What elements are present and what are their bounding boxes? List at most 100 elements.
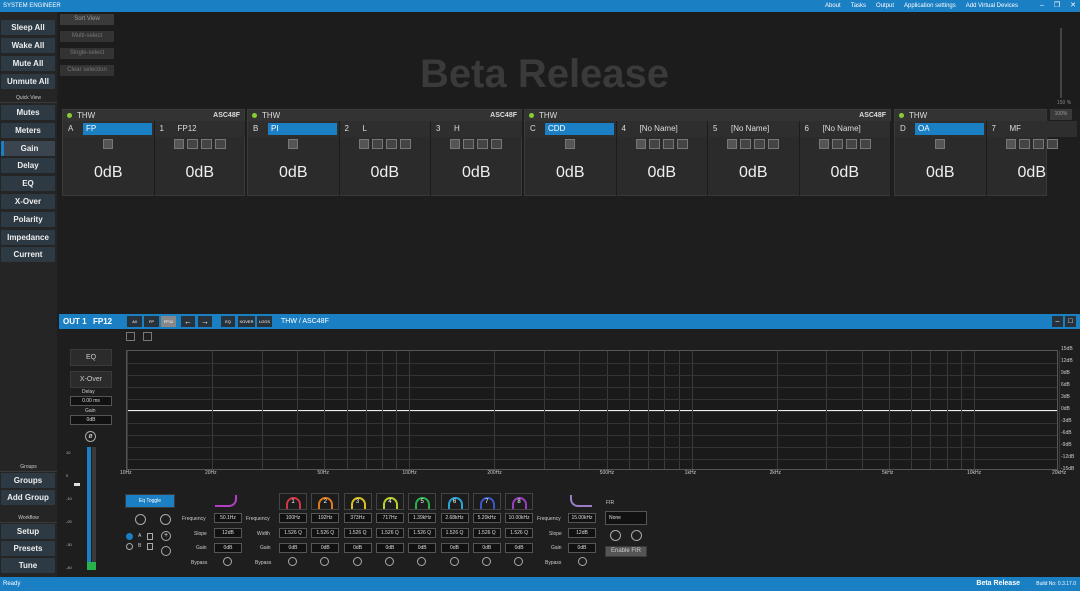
mute-icon[interactable] [491, 139, 503, 149]
select-checkbox[interactable] [103, 139, 114, 149]
eq-view-button[interactable]: EQ [221, 316, 235, 327]
menu-output[interactable]: Output [876, 0, 894, 12]
multi-select-button[interactable]: Multi-select [60, 31, 114, 42]
vx-icon[interactable] [186, 139, 198, 149]
sidebar-tune-button[interactable]: Tune [1, 558, 55, 573]
enable-fir-button[interactable]: Enable FIR [605, 546, 647, 557]
lp-gain-field[interactable]: 0dB [568, 543, 596, 553]
channel-name[interactable]: [No Name] [820, 123, 889, 135]
sidebar-meters-button[interactable]: Meters [1, 122, 55, 138]
band-1-icon[interactable]: 1 [279, 493, 307, 510]
fir-open-icon[interactable] [631, 530, 642, 541]
select-checkbox[interactable] [818, 139, 829, 149]
menu-application-settings[interactable]: Application settings [904, 0, 956, 12]
device-header[interactable]: THW [895, 110, 1046, 121]
polarity-icon[interactable] [662, 139, 674, 149]
band-4-bypass-toggle[interactable] [384, 557, 394, 566]
sidebar-presets-button[interactable]: Presets [1, 541, 55, 556]
channel-gain[interactable]: 0dB [617, 153, 708, 193]
phase-icon[interactable]: ø [85, 431, 96, 442]
vx-icon[interactable] [648, 139, 660, 149]
channel-name[interactable]: [No Name] [637, 123, 706, 135]
sidebar-impedance-button[interactable]: Impedance [1, 229, 55, 245]
hp-bypass-toggle[interactable] [223, 557, 232, 566]
add-icon[interactable]: + [161, 531, 171, 541]
mute-icon[interactable] [214, 139, 226, 149]
band-1-freq-field[interactable]: 100Hz [279, 513, 307, 523]
band-8-freq-field[interactable]: 10.00kHz [505, 513, 534, 523]
lp-frequency-field[interactable]: 15.00kHz [568, 513, 596, 523]
channel-name[interactable]: OA [915, 123, 984, 135]
band-6-freq-field[interactable]: 2.68kHz [440, 513, 469, 523]
sidebar-setup-button[interactable]: Setup [1, 524, 55, 539]
channel-strip[interactable]: 6 [No Name] 0dB [799, 121, 891, 196]
lp-bypass-toggle[interactable] [578, 557, 587, 566]
channel-gain[interactable]: 0dB [800, 153, 891, 193]
zoom-100-button[interactable]: 100% [1050, 109, 1072, 120]
select-checkbox[interactable] [565, 139, 576, 149]
band-6-icon[interactable]: 6 [440, 493, 469, 510]
channel-name[interactable]: L [360, 123, 429, 135]
band-8-width-field[interactable]: 1.526 Q [505, 528, 534, 538]
preset-b-radio[interactable] [126, 543, 133, 550]
channel-name[interactable]: FP12 [175, 123, 244, 135]
eq-button[interactable]: EQ [70, 349, 112, 366]
sidebar-add-group-button[interactable]: Add Group [1, 490, 55, 505]
band-4-icon[interactable]: 4 [375, 493, 404, 510]
minimize-panel-icon[interactable]: – [1052, 316, 1063, 327]
polarity-icon[interactable] [477, 139, 489, 149]
nav-fp-button[interactable]: FP [144, 316, 159, 327]
channel-name[interactable]: FP [83, 123, 152, 135]
channel-gain[interactable]: 0dB [525, 153, 616, 193]
band-7-width-field[interactable]: 1.526 Q [472, 528, 501, 538]
zoom-slider[interactable] [1060, 28, 1062, 98]
delete-icon[interactable] [161, 546, 171, 556]
hp-gain-field[interactable]: 0dB [214, 543, 242, 553]
single-select-button[interactable]: Single-select [60, 48, 114, 59]
paste-icon[interactable] [143, 332, 152, 341]
next-arrow-icon[interactable]: → [198, 316, 212, 327]
restore-icon[interactable]: ❐ [1054, 0, 1060, 12]
select-checkbox[interactable] [935, 139, 946, 149]
band-8-gain-field[interactable]: 0dB [505, 543, 534, 553]
channel-gain[interactable]: 0dB [340, 153, 431, 193]
copy-icon[interactable] [126, 332, 135, 341]
vx-icon[interactable] [831, 139, 843, 149]
band-1-gain-field[interactable]: 0dB [279, 543, 307, 553]
channel-name[interactable]: H [451, 123, 520, 135]
band-7-gain-field[interactable]: 0dB [472, 543, 501, 553]
channel-strip[interactable]: A FP 0dB [63, 121, 155, 196]
polarity-icon[interactable] [845, 139, 857, 149]
sidebar-polarity-button[interactable]: Polarity [1, 211, 55, 227]
menu-add-virtual-devices[interactable]: Add Virtual Devices [966, 0, 1018, 12]
band-3-width-field[interactable]: 1.526 Q [343, 528, 372, 538]
band-5-icon[interactable]: 5 [408, 493, 437, 510]
channel-strip[interactable]: 2 L 0dB [339, 121, 431, 196]
channel-strip[interactable]: 1 FP12 0dB [154, 121, 246, 196]
channel-gain[interactable]: 0dB [708, 153, 799, 193]
channel-gain[interactable]: 0dB [248, 153, 339, 193]
select-checkbox[interactable] [288, 139, 299, 149]
band-1-bypass-toggle[interactable] [288, 557, 297, 566]
band-4-width-field[interactable]: 1.526 Q [375, 528, 404, 538]
band-5-freq-field[interactable]: 1.39kHz [408, 513, 437, 523]
channel-strip[interactable]: 4 [No Name] 0dB [616, 121, 708, 196]
band-3-bypass-toggle[interactable] [352, 557, 362, 566]
channel-name[interactable]: PI [268, 123, 337, 135]
channel-strip[interactable]: 3 H 0dB [431, 121, 523, 196]
gain-field[interactable]: 0dB [70, 415, 112, 425]
delay-field[interactable]: 0.00 ms [70, 396, 112, 406]
nav-fp12-button[interactable]: FP12 [161, 316, 176, 327]
band-3-icon[interactable]: 3 [343, 493, 372, 510]
clear-selection-button[interactable]: Clear selection [60, 65, 114, 76]
minimize-icon[interactable]: – [1040, 0, 1044, 12]
sidebar-mute-all-button[interactable]: Mute All [1, 56, 55, 71]
vx-icon[interactable] [740, 139, 752, 149]
channel-gain[interactable]: 0dB [895, 153, 986, 193]
band-7-freq-field[interactable]: 5.20kHz [472, 513, 501, 523]
polarity-icon[interactable] [754, 139, 766, 149]
channel-strip[interactable]: 7 MF 0dB [986, 121, 1078, 196]
fir-trash-icon[interactable] [610, 530, 621, 541]
vx-icon[interactable] [463, 139, 475, 149]
maximize-panel-icon[interactable]: □ [1065, 316, 1076, 327]
